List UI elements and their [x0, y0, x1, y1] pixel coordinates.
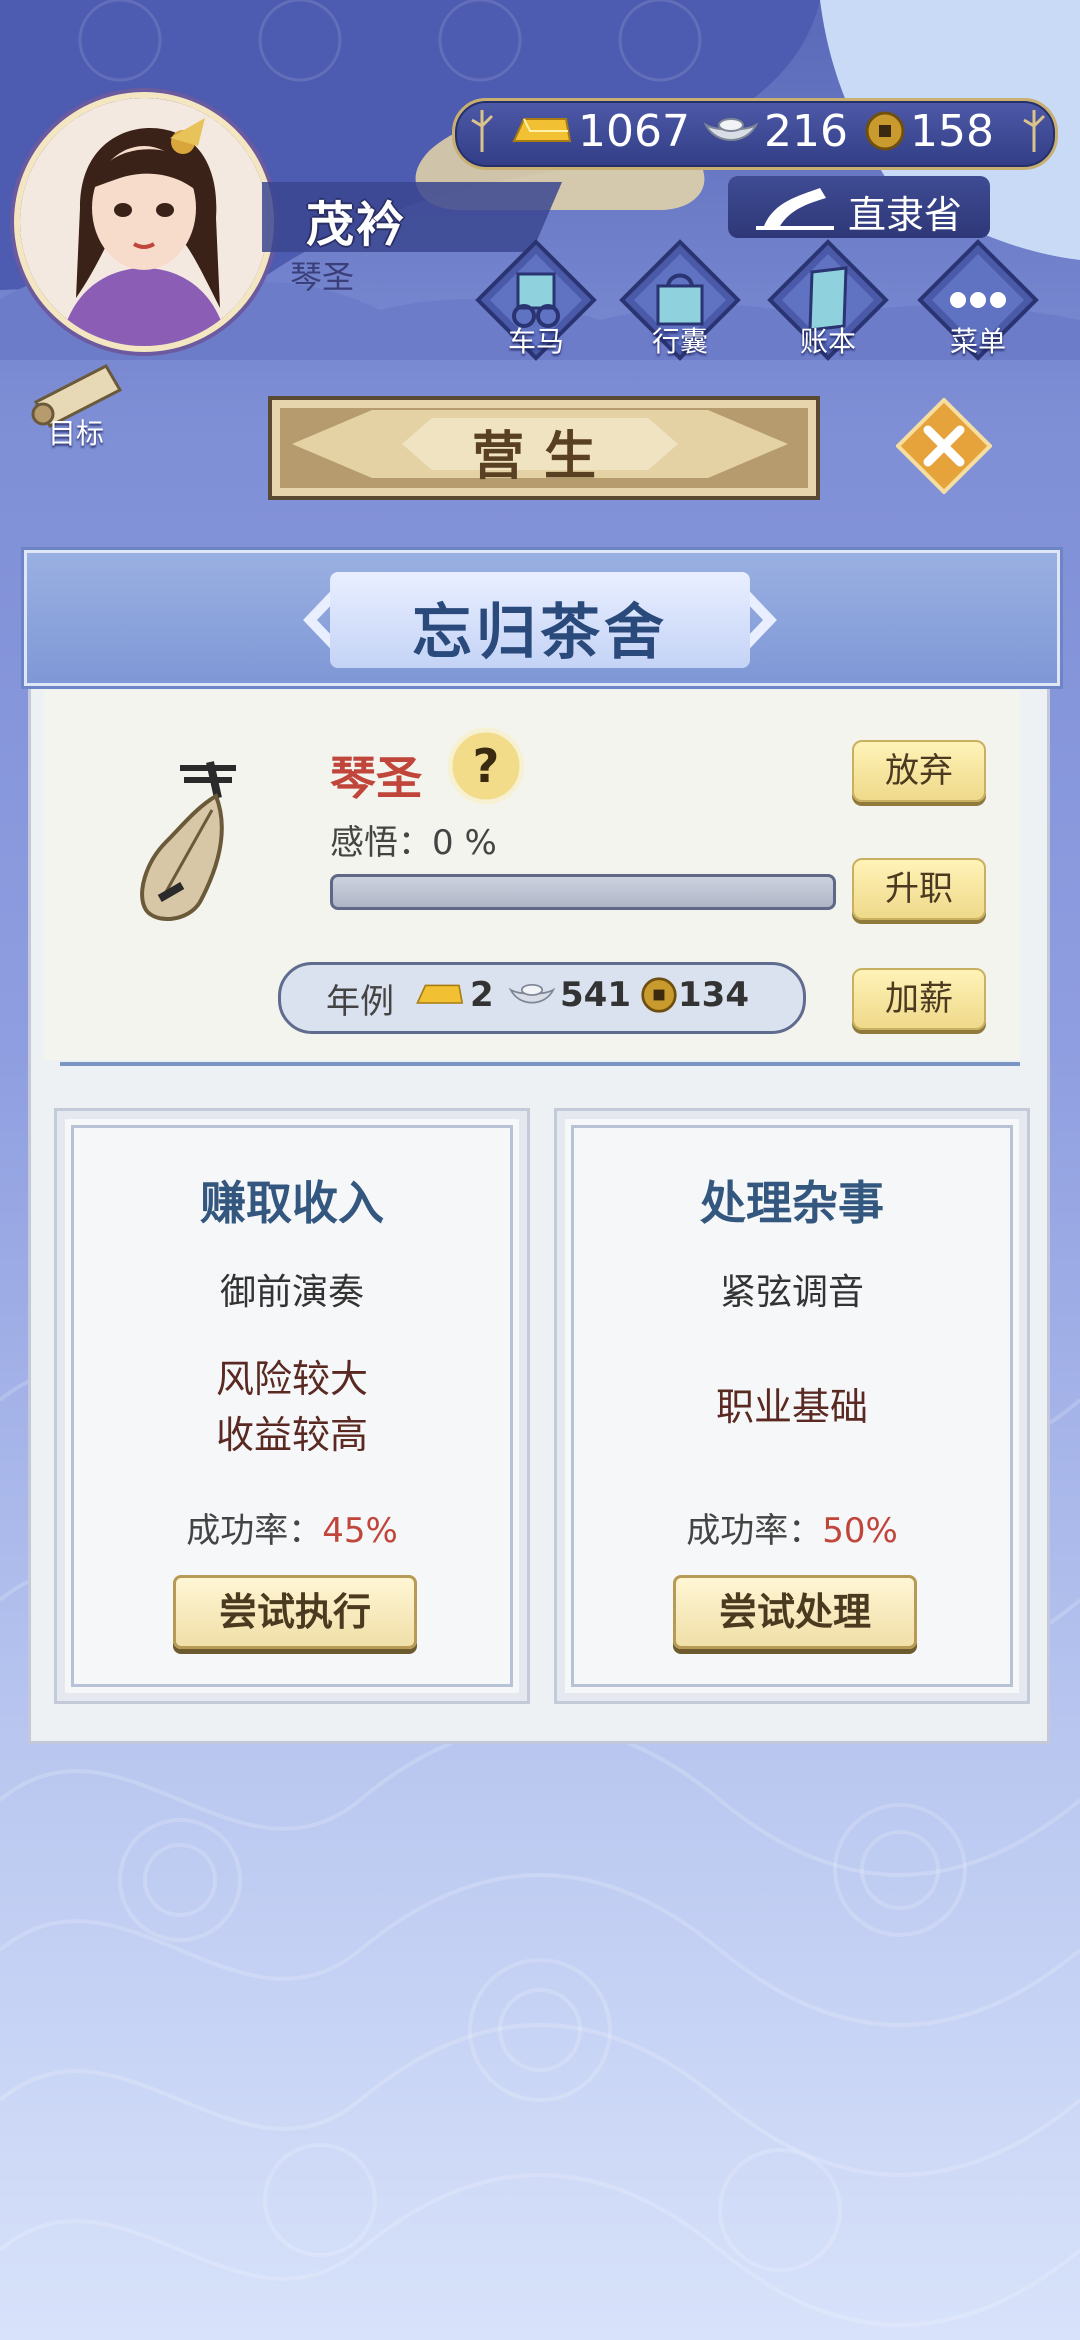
section-divider: [60, 1062, 1020, 1066]
goal-label: 目标: [47, 417, 104, 450]
abandon-button[interactable]: 放弃: [852, 740, 986, 802]
salary-gold-amount: 2: [470, 975, 494, 1015]
silver-counter: 216: [702, 104, 848, 158]
section-title: 营生: [471, 427, 616, 487]
coin-counter: 158: [864, 104, 994, 158]
bag-label: 行囊: [651, 325, 708, 358]
section-banner: 营生: [268, 396, 820, 500]
success-rate-value: 50%: [822, 1511, 898, 1551]
card-description: 御前演奏: [219, 1272, 364, 1313]
player-avatar[interactable]: [14, 92, 274, 352]
raise-salary-button[interactable]: 加薪: [852, 968, 986, 1030]
copper-coin-icon: [641, 977, 677, 1013]
salary-silver-amount: 541: [560, 975, 631, 1015]
store-name: 忘归茶舍: [412, 598, 668, 668]
success-rate-label: 成功率：: [186, 1511, 323, 1551]
success-rate: 成功率：45%: [57, 1503, 527, 1552]
player-title: 琴圣: [290, 258, 355, 296]
gold-counter: 1067: [508, 104, 690, 158]
success-rate: 成功率：50%: [557, 1503, 1027, 1552]
card-title: 处理杂事: [700, 1176, 884, 1230]
insight-label: 感悟：: [330, 823, 432, 863]
help-button[interactable]: ?: [446, 726, 526, 806]
job-title: 琴圣: [330, 751, 422, 805]
insight-progress-bar: [330, 874, 836, 910]
coin-amount: 158: [910, 105, 994, 157]
insight-value: 0 %: [432, 823, 497, 863]
salary-label: 年例: [326, 982, 394, 1022]
try-execute-button[interactable]: 尝试执行: [173, 1575, 417, 1649]
salary-coin-amount: 134: [678, 975, 749, 1015]
close-button[interactable]: [895, 397, 993, 495]
silver-ingot-icon: [703, 118, 759, 141]
silver-amount: 216: [764, 105, 848, 157]
location-label: 直隶省: [848, 193, 963, 237]
earn-income-card: 赚取收入 御前演奏 风险较大 收益较高 成功率：45% 尝试执行: [54, 1108, 530, 1704]
ledger-label: 账本: [799, 325, 856, 358]
card-note-line2: 收益较高: [215, 1413, 368, 1457]
copper-coin-icon: [865, 111, 905, 151]
salary-gold: 2: [408, 972, 494, 1018]
gold-bar-icon: [512, 118, 572, 142]
try-handle-button[interactable]: 尝试处理: [673, 1575, 917, 1649]
card-note-line1: 职业基础: [715, 1385, 868, 1429]
bamboo-right-icon: [1023, 110, 1046, 152]
insight-readout: 感悟：0 %: [330, 815, 497, 864]
svg-text:?: ?: [473, 739, 500, 793]
pipa-icon: [140, 761, 236, 922]
success-rate-label: 成功率：: [686, 1511, 823, 1551]
gold-amount: 1067: [578, 105, 690, 157]
card-description: 紧弦调音: [719, 1272, 864, 1313]
gold-bar-icon: [416, 984, 464, 1004]
card-title: 赚取收入: [200, 1176, 384, 1230]
carriage-label: 车马: [507, 325, 564, 358]
travel-icon: [756, 188, 834, 230]
menu-label: 菜单: [949, 325, 1006, 358]
salary-silver: 541: [504, 972, 631, 1018]
card-note-line1: 风险较大: [215, 1357, 368, 1401]
avatar-portrait-icon: [20, 98, 268, 346]
success-rate-value: 45%: [322, 1511, 398, 1551]
handle-chores-card: 处理杂事 紧弦调音 职业基础 成功率：50% 尝试处理: [554, 1108, 1030, 1704]
silver-ingot-icon: [508, 983, 556, 1004]
bamboo-left-icon: [471, 110, 494, 152]
close-icon: [895, 397, 993, 495]
question-icon: ?: [447, 727, 525, 805]
player-name: 茂衿: [306, 197, 407, 253]
salary-coin: 134: [640, 972, 749, 1018]
promote-button[interactable]: 升职: [852, 858, 986, 920]
